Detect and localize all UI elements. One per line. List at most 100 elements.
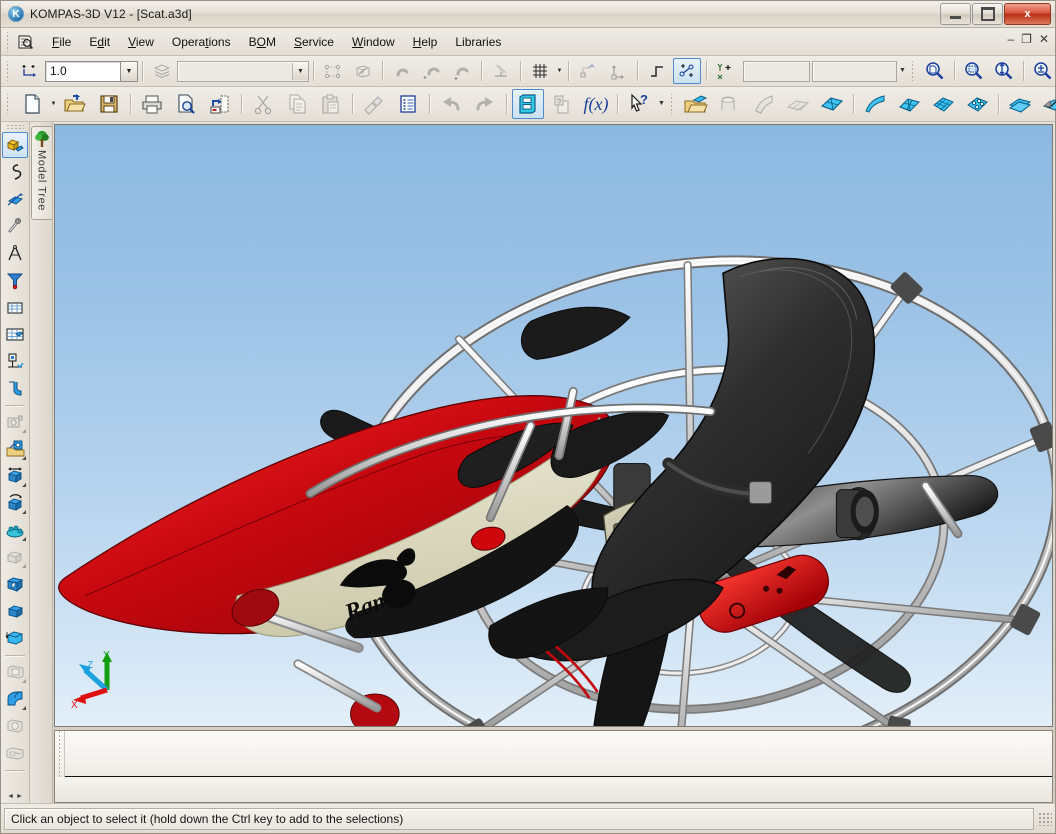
chevron-down-icon[interactable]: ▼ (292, 63, 308, 80)
copy-icon[interactable] (281, 89, 313, 119)
menu-help[interactable]: Help (404, 31, 447, 53)
axis-origin-icon[interactable] (604, 58, 632, 84)
toolbar-drag-handle-4[interactable] (669, 94, 676, 114)
current-step-icon[interactable] (16, 58, 44, 84)
toolbar-drag-handle-2[interactable] (910, 61, 917, 81)
scroll-left-icon[interactable]: ◄ (7, 793, 14, 800)
toolbar-drag-handle-1[interactable] (5, 61, 12, 81)
net-surface-icon[interactable] (927, 89, 959, 119)
layer-combo[interactable]: ▼ (177, 61, 309, 82)
step-dropdown-arrow[interactable]: ▼ (121, 61, 138, 82)
stitch-surface-icon[interactable] (1004, 89, 1036, 119)
restrictions-icon[interactable] (673, 58, 701, 84)
toolbar-drag-handle-3[interactable] (5, 94, 12, 114)
trim-surface-icon[interactable] (1038, 89, 1056, 119)
toolbar-overflow-icon-3[interactable]: ▼ (656, 92, 667, 116)
snap-magnet-point-icon[interactable] (418, 58, 446, 84)
mate-constraints-icon[interactable] (2, 517, 28, 543)
menu-service[interactable]: Service (285, 31, 343, 53)
print-icon[interactable] (136, 89, 168, 119)
layers-icon[interactable] (148, 58, 176, 84)
boolean-op-icon[interactable] (2, 544, 28, 570)
left-toolbar-scroll-controls[interactable]: ◄ ► (6, 789, 24, 803)
xy-coordinates-icon[interactable] (712, 58, 740, 84)
fillet-icon[interactable] (2, 686, 28, 712)
menu-drag-handle[interactable] (5, 32, 12, 52)
filter-icon[interactable] (2, 267, 28, 293)
set-view-icon[interactable] (349, 58, 377, 84)
model-manager-icon[interactable] (512, 89, 544, 119)
toolbar-overflow-icon-1[interactable]: ▼ (897, 59, 908, 83)
assembly-check-icon[interactable] (2, 348, 28, 374)
y-coordinate-field[interactable] (812, 61, 897, 82)
properties-icon[interactable] (392, 89, 424, 119)
mdi-close-icon[interactable]: ✕ (1039, 34, 1049, 44)
revolve-surface-icon[interactable] (748, 89, 780, 119)
left-toolbar-drag-handle[interactable] (6, 124, 24, 130)
resize-grip-icon[interactable] (1038, 812, 1052, 826)
print-preview-icon[interactable] (170, 89, 202, 119)
sheet-metal-icon[interactable] (2, 375, 28, 401)
menu-window[interactable]: Window (343, 31, 404, 53)
insert-component-icon[interactable] (2, 436, 28, 462)
document-icon[interactable] (15, 32, 35, 52)
snap-magnet-icon[interactable] (388, 58, 416, 84)
section-plane-icon[interactable] (2, 659, 28, 685)
zoom-in-out-icon[interactable] (1029, 58, 1056, 84)
extrude-boss-icon[interactable] (2, 598, 28, 624)
model-tree-panel-tab[interactable]: Model Tree (30, 122, 53, 803)
grid-dropdown-icon[interactable]: ▼ (555, 60, 564, 82)
step-profile-icon[interactable] (643, 58, 671, 84)
paste-icon[interactable] (315, 89, 347, 119)
what-is-this-icon[interactable]: ? (623, 89, 655, 119)
open-surface-icon[interactable] (680, 89, 712, 119)
model-tree-tab-box[interactable]: Model Tree (31, 126, 52, 220)
property-panel-drag-handle[interactable] (55, 731, 65, 777)
surface-point-icon[interactable] (2, 186, 28, 212)
menu-operations[interactable]: Operations (163, 31, 240, 53)
local-coord-system-icon[interactable] (319, 58, 347, 84)
3d-viewport[interactable]: Ram (54, 124, 1053, 727)
auxiliary-geometry-icon[interactable] (2, 213, 28, 239)
zoom-fit-icon[interactable] (921, 58, 949, 84)
points-surface-icon[interactable] (961, 89, 993, 119)
snap-magnet-more-icon[interactable] (448, 58, 476, 84)
hole-icon[interactable] (2, 713, 28, 739)
spline-icon[interactable] (2, 159, 28, 185)
save-icon[interactable] (93, 89, 125, 119)
patch-surface-icon[interactable] (816, 89, 848, 119)
open-icon[interactable] (59, 89, 91, 119)
library-manager-icon[interactable] (546, 89, 578, 119)
cut-extrude-icon[interactable] (2, 571, 28, 597)
format-painter-icon[interactable] (358, 89, 390, 119)
loft-surface-icon[interactable] (782, 89, 814, 119)
undo-icon[interactable] (435, 89, 467, 119)
maximize-button[interactable] (972, 3, 1003, 25)
mdi-restore-icon[interactable]: ❐ (1021, 34, 1032, 44)
send-document-icon[interactable] (204, 89, 236, 119)
new-document-dropdown-icon[interactable]: ▼ (49, 93, 58, 115)
scroll-right-icon[interactable]: ► (16, 793, 23, 800)
camera-icon[interactable] (2, 409, 28, 435)
local-cs-check-icon[interactable] (574, 58, 602, 84)
menu-bom[interactable]: BOM (240, 31, 285, 53)
rotate-component-icon[interactable] (2, 490, 28, 516)
zoom-window-icon[interactable] (960, 58, 988, 84)
property-panel[interactable] (54, 730, 1053, 777)
menu-file[interactable]: File (43, 31, 80, 53)
perpendicular-icon[interactable] (487, 58, 515, 84)
minimize-button[interactable] (940, 3, 971, 25)
property-panel-content[interactable] (65, 731, 1052, 777)
grid-icon[interactable] (526, 58, 554, 84)
measure-icon[interactable] (2, 240, 28, 266)
menu-libraries[interactable]: Libraries (446, 31, 510, 53)
x-coordinate-field[interactable] (743, 61, 810, 82)
menu-edit[interactable]: Edit (80, 31, 119, 53)
mesh-surface-icon[interactable] (893, 89, 925, 119)
step-value-input[interactable]: 1.0 (45, 61, 121, 82)
bom-table-icon[interactable] (2, 321, 28, 347)
shell-icon[interactable] (2, 625, 28, 651)
cut-icon[interactable] (247, 89, 279, 119)
mdi-minimize-icon[interactable]: – (1007, 34, 1014, 44)
zoom-scale-icon[interactable] (990, 58, 1018, 84)
